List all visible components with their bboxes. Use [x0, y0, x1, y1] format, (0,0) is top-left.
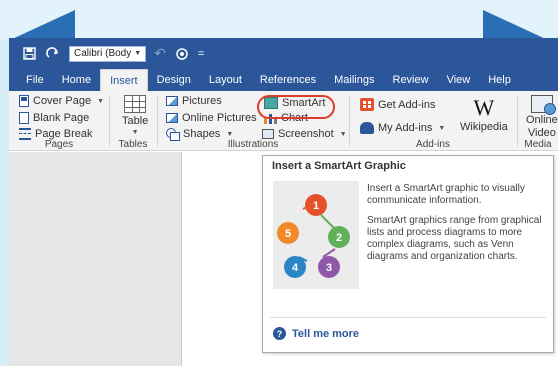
cover-page-icon — [19, 95, 29, 107]
blank-page-button[interactable]: Blank Page — [19, 112, 89, 124]
online-pictures-label: Online Pictures — [182, 112, 257, 124]
diagram-node-label: 2 — [336, 232, 342, 244]
tooltip-description: Insert a SmartArt graphic to visually co… — [367, 183, 547, 271]
tab-view[interactable]: View — [438, 69, 480, 91]
tab-home[interactable]: Home — [53, 69, 100, 91]
touch-mode-icon[interactable] — [174, 46, 190, 62]
smartart-tooltip: Insert a SmartArt Graphic 1 2 3 4 5 Inse… — [262, 155, 554, 353]
word-window: Calibri (Body ▼ ↶ = File Home Insert Des… — [9, 38, 558, 366]
tooltip-paragraph: Insert a SmartArt graphic to visually co… — [367, 183, 525, 206]
tab-references[interactable]: References — [251, 69, 325, 91]
tables-group-label: Tables — [118, 139, 148, 150]
divider — [270, 317, 546, 318]
addins-group-label: Add-ins — [416, 139, 450, 150]
online-video-label-line2: Video — [527, 127, 556, 139]
tab-review[interactable]: Review — [384, 69, 438, 91]
smartart-preview-diagram: 1 2 3 4 5 — [273, 181, 359, 289]
customize-icon[interactable]: = — [198, 48, 204, 60]
background — [0, 0, 558, 40]
tab-design[interactable]: Design — [148, 69, 200, 91]
chevron-down-icon: ▼ — [438, 124, 446, 132]
help-icon: ? — [273, 327, 286, 340]
font-name-value: Calibri (Body — [74, 48, 132, 59]
tab-layout[interactable]: Layout — [200, 69, 251, 91]
tab-insert[interactable]: Insert — [100, 69, 148, 91]
tab-help[interactable]: Help — [479, 69, 520, 91]
tell-me-more-link[interactable]: ? Tell me more — [273, 327, 359, 340]
cycle-diagram: 1 2 3 4 5 — [277, 194, 350, 278]
blank-page-icon — [19, 112, 29, 124]
blank-page-label: Blank Page — [33, 112, 90, 124]
save-icon[interactable] — [21, 46, 37, 62]
pictures-button[interactable]: Pictures — [166, 95, 222, 107]
table-button[interactable]: Table ▼ — [122, 95, 148, 136]
table-label: Table — [122, 115, 149, 127]
pages-group: Cover Page ▼ Blank Page Page Break Pages — [9, 95, 109, 151]
ribbon-tabs: File Home Insert Design Layout Reference… — [9, 69, 558, 91]
wikipedia-logo-icon: W — [473, 95, 495, 120]
my-addins-button[interactable]: My Add-ins ▼ — [360, 122, 445, 134]
online-video-label-line1: Online — [526, 114, 558, 126]
redo-icon[interactable] — [45, 46, 61, 62]
tooltip-paragraph: SmartArt graphics range from graphical l… — [367, 215, 542, 262]
tab-mailings[interactable]: Mailings — [325, 69, 383, 91]
online-pictures-button[interactable]: Online Pictures — [166, 112, 257, 124]
chevron-down-icon: ▼ — [134, 50, 142, 57]
tab-file[interactable]: File — [17, 69, 53, 91]
diagram-node-label: 1 — [313, 200, 319, 212]
media-group: Online Video Media — [518, 95, 558, 151]
pages-group-label: Pages — [44, 139, 74, 150]
tables-group: Table ▼ Tables — [110, 95, 156, 151]
diagram-node-label: 5 — [285, 228, 291, 240]
addins-group: Get Add-ins My Add-ins ▼ W Wikipedia Add… — [350, 95, 516, 151]
wikipedia-button[interactable]: W Wikipedia — [460, 95, 508, 133]
illustrations-group-label: Illustrations — [227, 139, 279, 150]
tell-me-more-label: Tell me more — [292, 327, 360, 340]
online-video-icon — [530, 95, 556, 115]
quick-access-toolbar: Calibri (Body ▼ ↶ = — [9, 38, 558, 69]
pictures-icon — [166, 96, 178, 106]
cover-page-button[interactable]: Cover Page ▼ — [19, 95, 104, 107]
wikipedia-label: Wikipedia — [460, 121, 508, 133]
diagram-node-label: 4 — [292, 262, 299, 274]
tooltip-title: Insert a SmartArt Graphic — [272, 160, 406, 172]
screenshot-icon — [262, 129, 274, 139]
chevron-down-icon: ▼ — [339, 130, 347, 138]
chevron-down-icon: ▼ — [131, 129, 139, 136]
store-icon — [360, 98, 374, 111]
cover-page-label: Cover Page — [33, 95, 92, 107]
online-pictures-icon — [166, 113, 178, 123]
undo-icon: ↶ — [154, 45, 166, 61]
insert-ribbon: Cover Page ▼ Blank Page Page Break Pages… — [9, 91, 558, 151]
addin-icon — [360, 122, 374, 134]
chevron-down-icon: ▼ — [97, 97, 105, 105]
smartart-highlight-circle — [257, 95, 335, 119]
pictures-label: Pictures — [182, 95, 222, 107]
font-name-dropdown[interactable]: Calibri (Body ▼ — [69, 45, 147, 62]
table-icon — [124, 95, 147, 113]
get-addins-label: Get Add-ins — [378, 98, 436, 111]
my-addins-label: My Add-ins — [378, 122, 433, 134]
document-background — [9, 152, 181, 366]
diagram-node-label: 3 — [326, 262, 332, 274]
media-group-label: Media — [524, 139, 552, 150]
chevron-down-icon: ▼ — [226, 130, 234, 138]
online-video-button[interactable]: Online Video — [526, 95, 558, 139]
get-addins-button[interactable]: Get Add-ins — [360, 98, 435, 111]
